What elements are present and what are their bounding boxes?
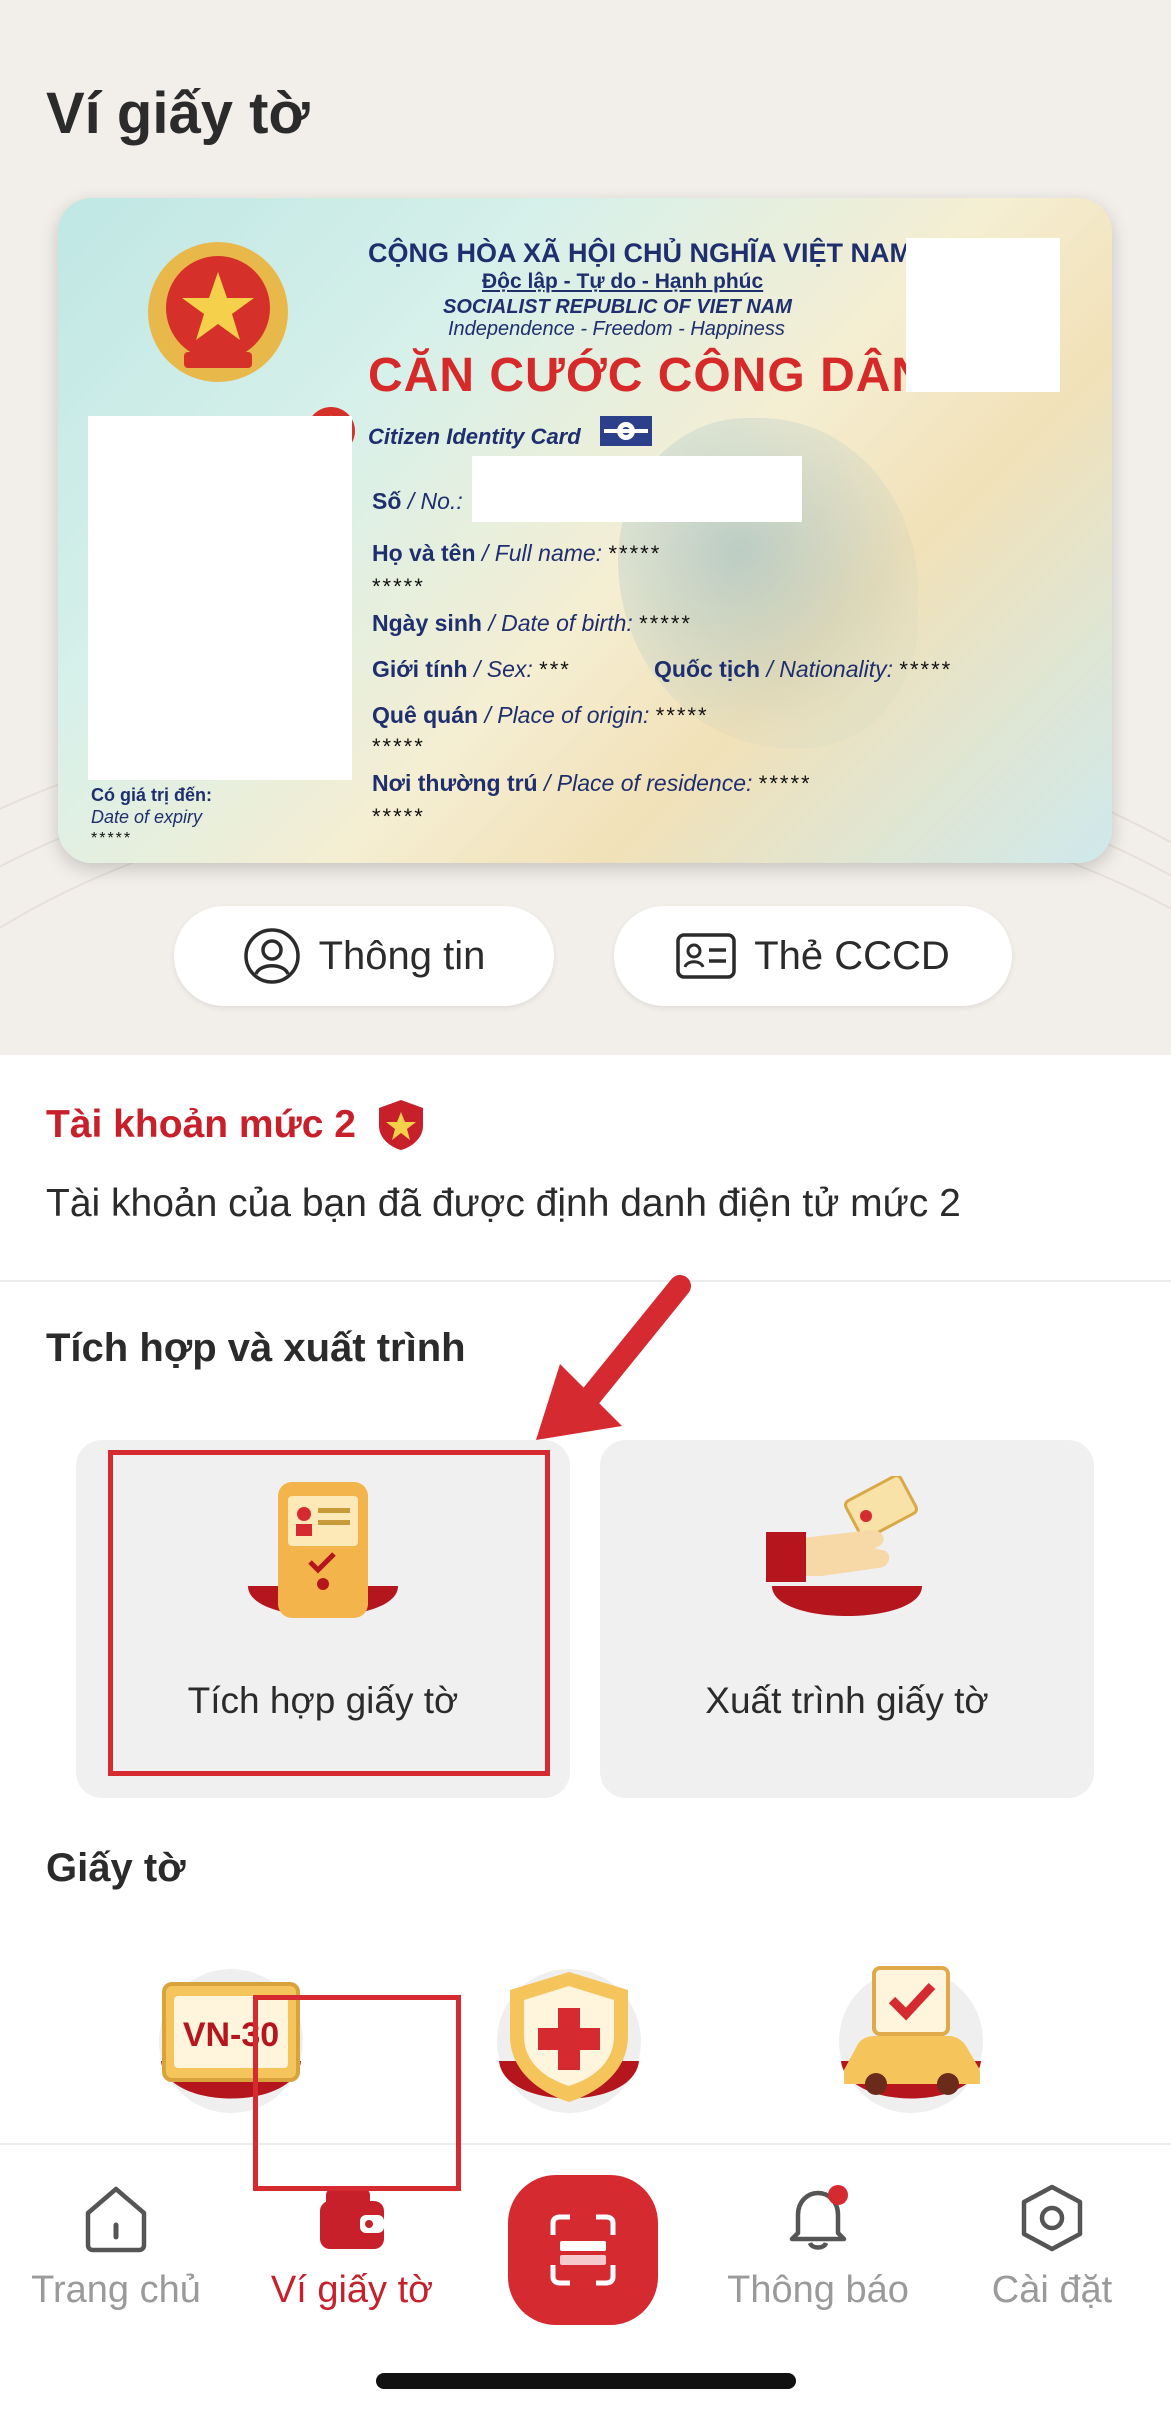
number-redaction xyxy=(472,456,802,522)
cccd-button-label: Thẻ CCCD xyxy=(754,933,950,978)
nationality-label-en: / Nationality: xyxy=(766,656,894,682)
sex-value: *** xyxy=(539,657,571,682)
settings-icon xyxy=(1021,2184,1083,2252)
dob-field: Ngày sinh / Date of birth: ***** xyxy=(372,610,692,637)
fullname-field: Họ và tên / Full name: ***** xyxy=(372,540,661,567)
dob-label-en: / Date of birth: xyxy=(488,610,633,636)
nationality-value: ***** xyxy=(899,657,953,682)
residence-value: ***** xyxy=(758,771,812,796)
pointer-arrow-icon xyxy=(536,1275,691,1440)
integrate-highlight-frame xyxy=(108,1450,550,1776)
shield-star-icon xyxy=(379,1100,424,1150)
expiry-label-en: Date of expiry xyxy=(91,807,203,827)
nav-wallet-highlight-frame xyxy=(253,1995,461,2191)
vehicle-registration-icon[interactable] xyxy=(836,1966,986,2116)
account-level-label: Tài khoản mức 2 xyxy=(46,1103,357,1146)
fullname-value-2: ***** xyxy=(372,574,425,599)
origin-label-en: / Place of origin: xyxy=(484,702,650,728)
cccd-card-button[interactable]: Thẻ CCCD xyxy=(614,906,1012,1006)
citizen-id-card[interactable]: CỘNG HÒA XÃ HỘI CHỦ NGHĨA VIỆT NAM Độc l… xyxy=(58,198,1112,863)
home-icon xyxy=(85,2186,147,2253)
account-level-title: Tài khoản mức 2 xyxy=(46,1098,426,1152)
nationality-label-vi: Quốc tịch xyxy=(654,656,761,682)
nav-home[interactable]: Trang chủ xyxy=(16,2183,216,2312)
number-label-vi: Số xyxy=(372,488,402,514)
sex-label-vi: Giới tính xyxy=(372,656,468,682)
wallet-header-area: Ví giấy tờ CỘNG HÒA XÃ HỘI CHỦ NGHĨA VIỆ… xyxy=(0,0,1171,1055)
page-title: Ví giấy tờ xyxy=(46,81,310,146)
national-emblem-icon xyxy=(148,242,288,382)
residence-field: Nơi thường trú / Place of residence: ***… xyxy=(372,770,812,797)
present-documents-label: Xuất trình giấy tờ xyxy=(705,1680,989,1721)
dob-value: ***** xyxy=(639,611,692,636)
nav-notifications-label: Thông báo xyxy=(727,2269,909,2311)
scan-button[interactable] xyxy=(508,2175,658,2325)
card-subtitle: Citizen Identity Card xyxy=(368,424,581,449)
integration-section-title: Tích hợp và xuất trình xyxy=(46,1326,466,1370)
fullname-label-vi: Họ và tên xyxy=(372,540,476,566)
card-header-line1: CỘNG HÒA XÃ HỘI CHỦ NGHĨA VIỆT NAM xyxy=(368,238,913,268)
photo-redaction xyxy=(88,416,352,780)
expiry-label-vi: Có giá trị đến: xyxy=(91,785,212,805)
chip-icon xyxy=(600,416,652,446)
fullname-label-en: / Full name: xyxy=(481,540,603,566)
expiry-block: Có giá trị đến: Date of expiry ***** xyxy=(91,784,212,850)
bell-icon xyxy=(789,2185,848,2250)
origin-field: Quê quán / Place of origin: ***** xyxy=(372,702,709,729)
qr-redaction xyxy=(906,238,1060,392)
origin-label-vi: Quê quán xyxy=(372,702,479,728)
card-header-line4: Independence - Freedom - Happiness xyxy=(448,318,785,340)
origin-value-2: ***** xyxy=(372,734,425,759)
documents-section-title: Giấy tờ xyxy=(46,1846,186,1890)
nav-notifications[interactable]: Thông báo xyxy=(718,2183,918,2312)
origin-value: ***** xyxy=(655,703,709,728)
info-button[interactable]: Thông tin xyxy=(174,906,554,1006)
nav-settings-label: Cài đặt xyxy=(991,2269,1113,2311)
nav-settings[interactable]: Cài đặt xyxy=(952,2183,1152,2312)
number-label-en: / No.: xyxy=(407,488,463,514)
residence-label-vi: Nơi thường trú xyxy=(372,770,538,796)
expiry-value: ***** xyxy=(91,830,133,847)
card-title: CĂN CƯỚC CÔNG DÂN xyxy=(368,349,928,402)
wallet-icon xyxy=(320,2189,384,2249)
sex-field: Giới tính / Sex: *** xyxy=(372,656,571,683)
nationality-field: Quốc tịch / Nationality: ***** xyxy=(654,656,952,683)
nav-home-label: Trang chủ xyxy=(31,2269,201,2311)
health-insurance-icon[interactable] xyxy=(494,1966,644,2116)
scan-icon xyxy=(550,2214,616,2286)
number-field: Số / No.: xyxy=(372,488,463,515)
fullname-value: ***** xyxy=(608,541,662,566)
present-documents-tile[interactable]: Xuất trình giấy tờ xyxy=(600,1440,1094,1798)
id-card-icon xyxy=(676,933,736,979)
card-header-line3: SOCIALIST REPUBLIC OF VIET NAM xyxy=(443,296,792,318)
account-level-description: Tài khoản của bạn đã được định danh điện… xyxy=(46,1182,961,1225)
card-header-line2: Độc lập - Tự do - Hạnh phúc xyxy=(482,270,764,293)
sex-label-en: / Sex: xyxy=(473,656,533,682)
dob-label-vi: Ngày sinh xyxy=(372,610,482,636)
residence-value-2: ***** xyxy=(372,804,425,829)
residence-label-en: / Place of residence: xyxy=(544,770,753,796)
home-indicator xyxy=(376,2373,796,2389)
user-circle-icon xyxy=(243,928,300,984)
info-button-label: Thông tin xyxy=(318,933,486,978)
nav-wallet[interactable]: Ví giấy tờ xyxy=(252,2183,452,2312)
hand-card-icon xyxy=(766,1476,922,1616)
nav-wallet-label: Ví giấy tờ xyxy=(270,2269,434,2311)
